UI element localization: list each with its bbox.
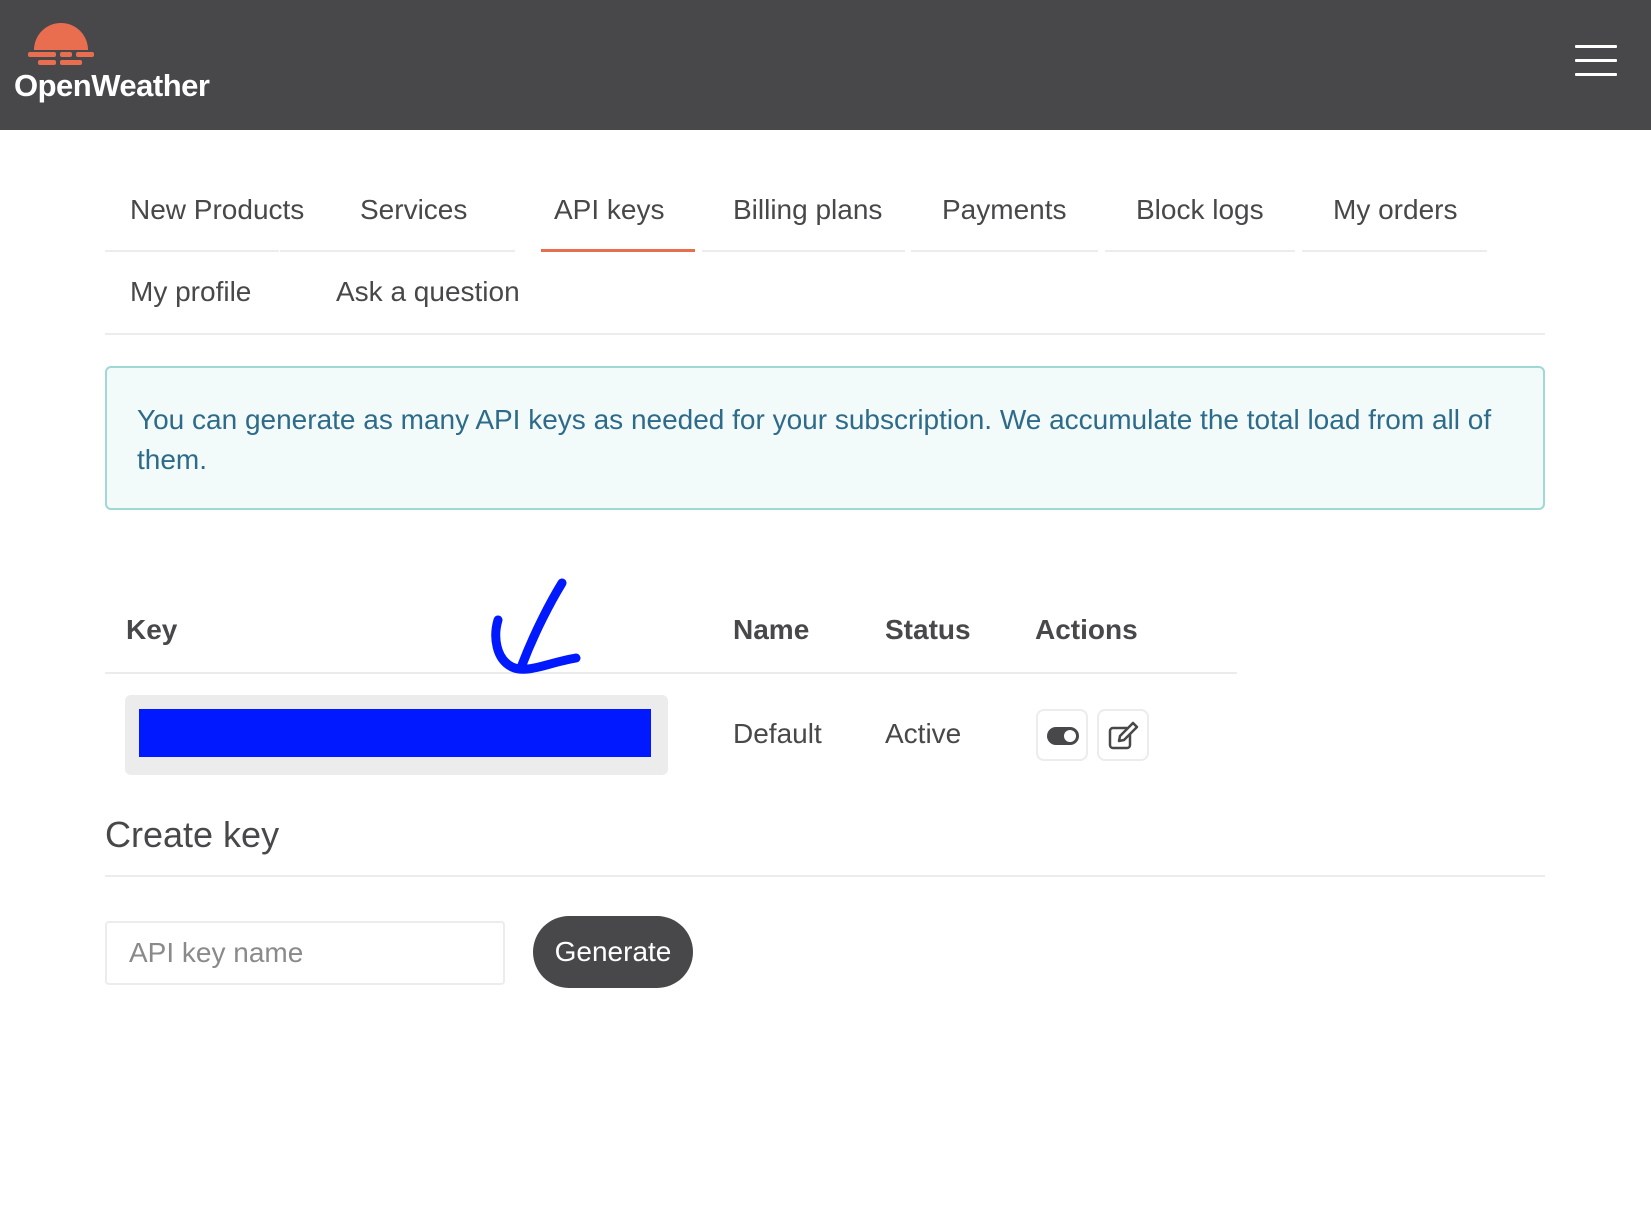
tab-my-profile[interactable]: My profile: [105, 252, 295, 334]
openweather-logo[interactable]: OpenWeather: [14, 20, 214, 108]
tab-billing-plans[interactable]: Billing plans: [702, 170, 905, 252]
api-key-name-cell: Default: [733, 718, 822, 749]
edit-key-button[interactable]: [1097, 709, 1149, 761]
top-bar: OpenWeather: [0, 0, 1651, 130]
tab-block-logs[interactable]: Block logs: [1105, 170, 1295, 252]
column-header-key: Key: [126, 614, 178, 645]
annotation-arrow-icon: [491, 578, 581, 674]
tab-api-keys[interactable]: API keys: [541, 170, 695, 252]
generate-button[interactable]: Generate: [533, 916, 693, 988]
column-header-name: Name: [733, 614, 810, 645]
tab-services[interactable]: Services: [280, 170, 515, 252]
info-alert: You can generate as many API keys as nee…: [105, 366, 1545, 510]
tab-my-orders[interactable]: My orders: [1302, 170, 1487, 252]
sun-logo-icon: [28, 23, 94, 65]
edit-icon: [1108, 721, 1139, 750]
tab-ask-a-question[interactable]: Ask a question: [295, 252, 555, 334]
hamburger-menu-icon[interactable]: [1575, 43, 1621, 79]
redacted-api-key: [139, 709, 651, 757]
brand-name: OpenWeather: [14, 68, 210, 103]
column-header-status: Status: [885, 614, 971, 645]
tab-payments[interactable]: Payments: [911, 170, 1098, 252]
table-header-divider: [105, 672, 1237, 674]
account-nav: New Products Services API keys Billing p…: [105, 170, 1545, 335]
create-key-divider: [105, 875, 1545, 877]
toggle-icon: [1047, 727, 1079, 745]
api-key-name-input[interactable]: [105, 921, 505, 985]
toggle-key-button[interactable]: [1036, 709, 1088, 761]
info-alert-text: You can generate as many API keys as nee…: [137, 404, 1492, 475]
tab-new-products[interactable]: New Products: [105, 170, 304, 252]
api-key-value-field[interactable]: [125, 695, 668, 775]
api-key-status-cell: Active: [885, 718, 962, 749]
column-header-actions: Actions: [1035, 614, 1138, 645]
create-key-heading: Create key: [105, 814, 280, 855]
